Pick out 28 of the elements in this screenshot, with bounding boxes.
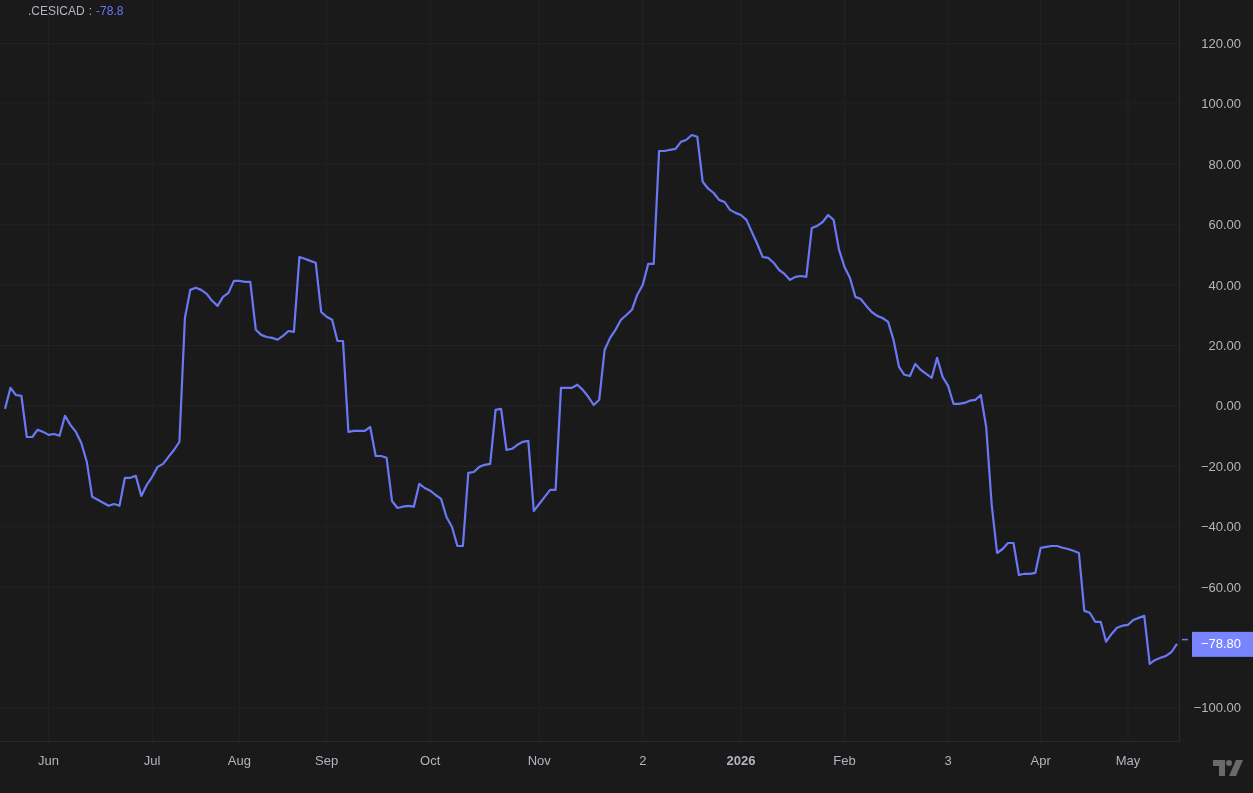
y-axis-label: 120.00	[1201, 36, 1241, 51]
y-axis-label: −100.00	[1193, 700, 1241, 716]
y-axis-label: 20.00	[1208, 338, 1241, 353]
y-axis-label: 0.00	[1215, 398, 1241, 414]
legend-separator: :	[88, 3, 93, 19]
y-axis-label: 40.00	[1208, 277, 1241, 293]
x-axis-label: Jul	[143, 753, 161, 769]
x-axis-label: Aug	[227, 753, 251, 769]
last-price-label: −78.80	[1182, 631, 1253, 657]
y-axis-label: 100.00	[1201, 96, 1241, 112]
logo-icon	[1213, 759, 1243, 776]
x-axis-label: Oct	[420, 753, 441, 769]
y-axis-label: 60.00	[1208, 217, 1241, 233]
x-axis-label: 3	[944, 753, 952, 769]
x-axis-label: 2	[639, 753, 647, 769]
x-axis-label: Nov	[527, 753, 551, 769]
x-axis-label: May	[1115, 753, 1141, 769]
y-axis-label: −60.00	[1200, 579, 1241, 595]
x-axis-label: Jun	[38, 753, 60, 769]
x-axis-label: Sep	[315, 753, 339, 769]
x-axis-label: Apr	[1030, 753, 1051, 769]
y-axis-label: −20.00	[1200, 458, 1241, 474]
x-axis-label: Feb	[833, 753, 856, 769]
symbol-name: .CESICAD	[28, 3, 85, 19]
y-axis-label: 80.00	[1208, 156, 1241, 172]
y-axis-label: −40.00	[1200, 519, 1241, 535]
legend-value: -78.8	[96, 3, 124, 19]
x-axis-label: 2026	[726, 753, 756, 769]
